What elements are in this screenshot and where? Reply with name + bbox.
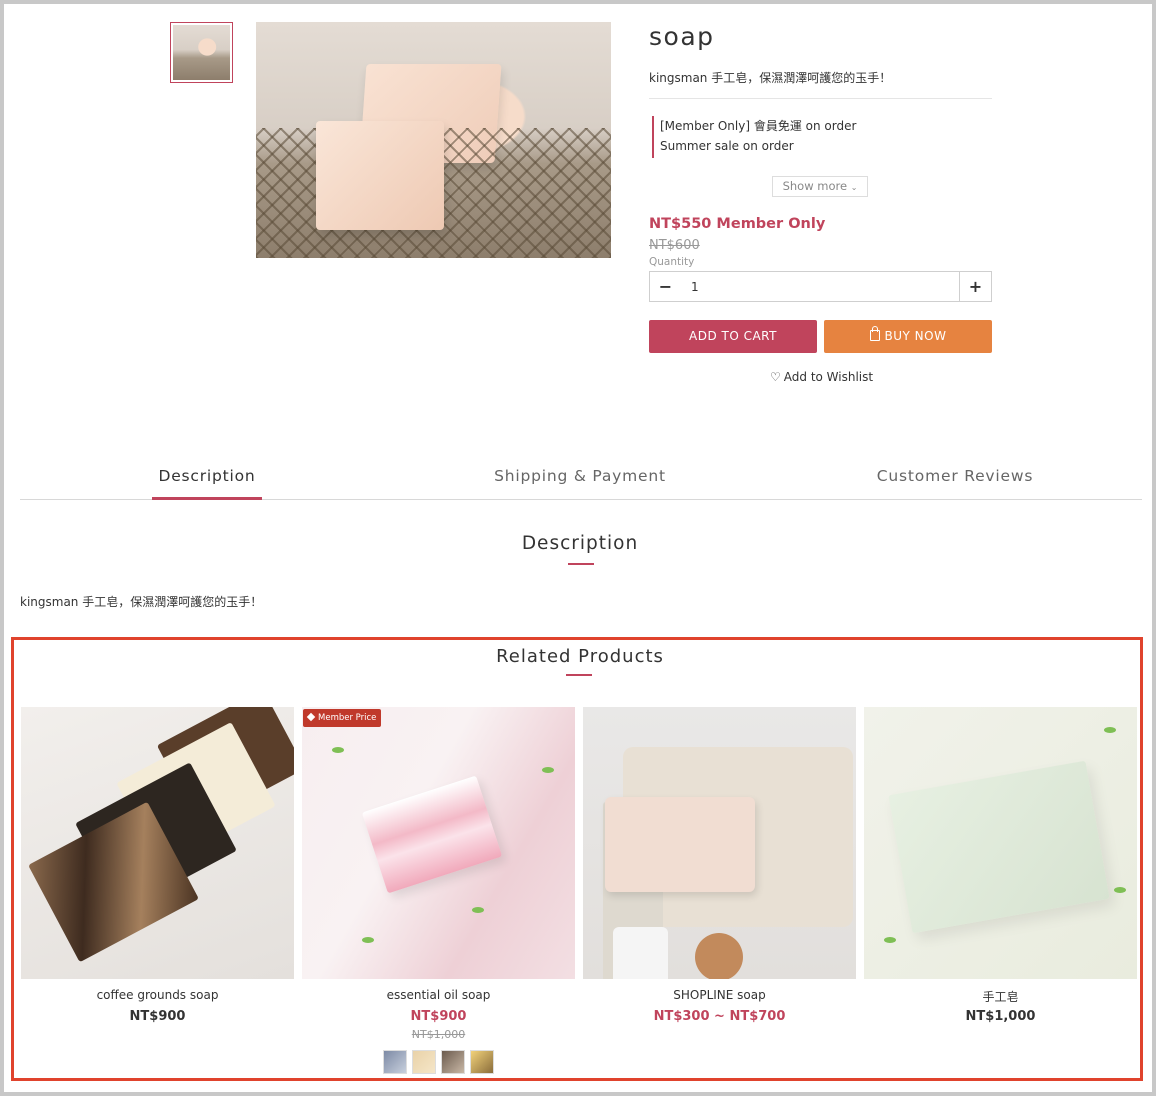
product-card-image[interactable] (583, 707, 856, 979)
product-card-price: NT$300 ~ NT$700 (653, 1009, 786, 1024)
product-card-old-price: NT$1,000 (411, 1028, 466, 1041)
product-card-name[interactable]: coffee grounds soap (21, 988, 294, 1002)
product-thumbnail[interactable] (170, 22, 233, 83)
promotions-list: [Member Only] 會員免運 on order Summer sale … (652, 116, 856, 158)
product-card-name[interactable]: essential oil soap (302, 988, 575, 1002)
member-price-badge-label: Member Price (318, 713, 377, 723)
wishlist-label: Add to Wishlist (783, 370, 874, 384)
quantity-input[interactable] (681, 272, 960, 301)
promotion-item[interactable]: [Member Only] 會員免運 on order (660, 116, 856, 136)
product-card-price: NT$900 (129, 1009, 186, 1024)
product-card-image[interactable] (302, 707, 575, 979)
buy-now-button[interactable]: BUY NOW (824, 320, 992, 353)
heading-accent-bar (568, 563, 594, 565)
product-title: soap (649, 22, 715, 51)
product-card-image[interactable] (21, 707, 294, 979)
product-card-name[interactable]: SHOPLINE soap (583, 988, 856, 1002)
variant-swatch[interactable] (383, 1050, 407, 1074)
active-tab-indicator (152, 497, 262, 500)
show-more-button[interactable]: Show more ⌄ (772, 176, 868, 197)
heading-accent-bar (566, 674, 592, 676)
quantity-stepper: − + (649, 271, 992, 302)
product-card-price: NT$900 (410, 1009, 467, 1024)
quantity-label: Quantity (649, 256, 695, 268)
divider (649, 98, 992, 99)
product-subtitle: kingsman 手工皂，保濕潤澤呵護您的玉手！ (649, 71, 892, 85)
variant-swatch[interactable] (441, 1050, 465, 1074)
shopping-bag-icon (869, 326, 880, 341)
heart-icon: ♡ (770, 370, 781, 384)
main-image (256, 22, 611, 258)
member-price-badge: Member Price (303, 709, 382, 727)
show-more-label: Show more (782, 179, 848, 193)
tab-customer-reviews[interactable]: Customer Reviews (860, 467, 1050, 485)
tag-icon (306, 712, 316, 722)
add-to-wishlist-link[interactable]: ♡ Add to Wishlist (770, 370, 873, 384)
add-to-cart-button[interactable]: ADD TO CART (649, 320, 817, 353)
chevron-down-icon: ⌄ (850, 183, 858, 192)
product-main-image[interactable] (256, 22, 611, 258)
variant-swatch[interactable] (470, 1050, 494, 1074)
product-card-image[interactable] (864, 707, 1137, 979)
description-heading: Description (521, 533, 639, 554)
promotion-item[interactable]: Summer sale on order (660, 136, 856, 156)
description-text: kingsman 手工皂，保濕潤澤呵護您的玉手！ (20, 595, 263, 609)
product-card-name[interactable]: 手工皂 (864, 988, 1137, 1005)
increment-button[interactable]: + (960, 272, 991, 301)
tab-description[interactable]: Description (152, 467, 262, 485)
original-price: NT$600 (649, 238, 700, 253)
related-products-heading: Related Products (496, 646, 664, 667)
tab-shipping-payment[interactable]: Shipping & Payment (480, 467, 680, 485)
variant-swatch[interactable] (412, 1050, 436, 1074)
decrement-button[interactable]: − (650, 272, 681, 301)
buy-now-label: BUY NOW (884, 329, 947, 343)
member-price: NT$550 Member Only (649, 216, 826, 232)
thumbnail-image (173, 25, 230, 80)
product-card-price: NT$1,000 (965, 1009, 1036, 1024)
